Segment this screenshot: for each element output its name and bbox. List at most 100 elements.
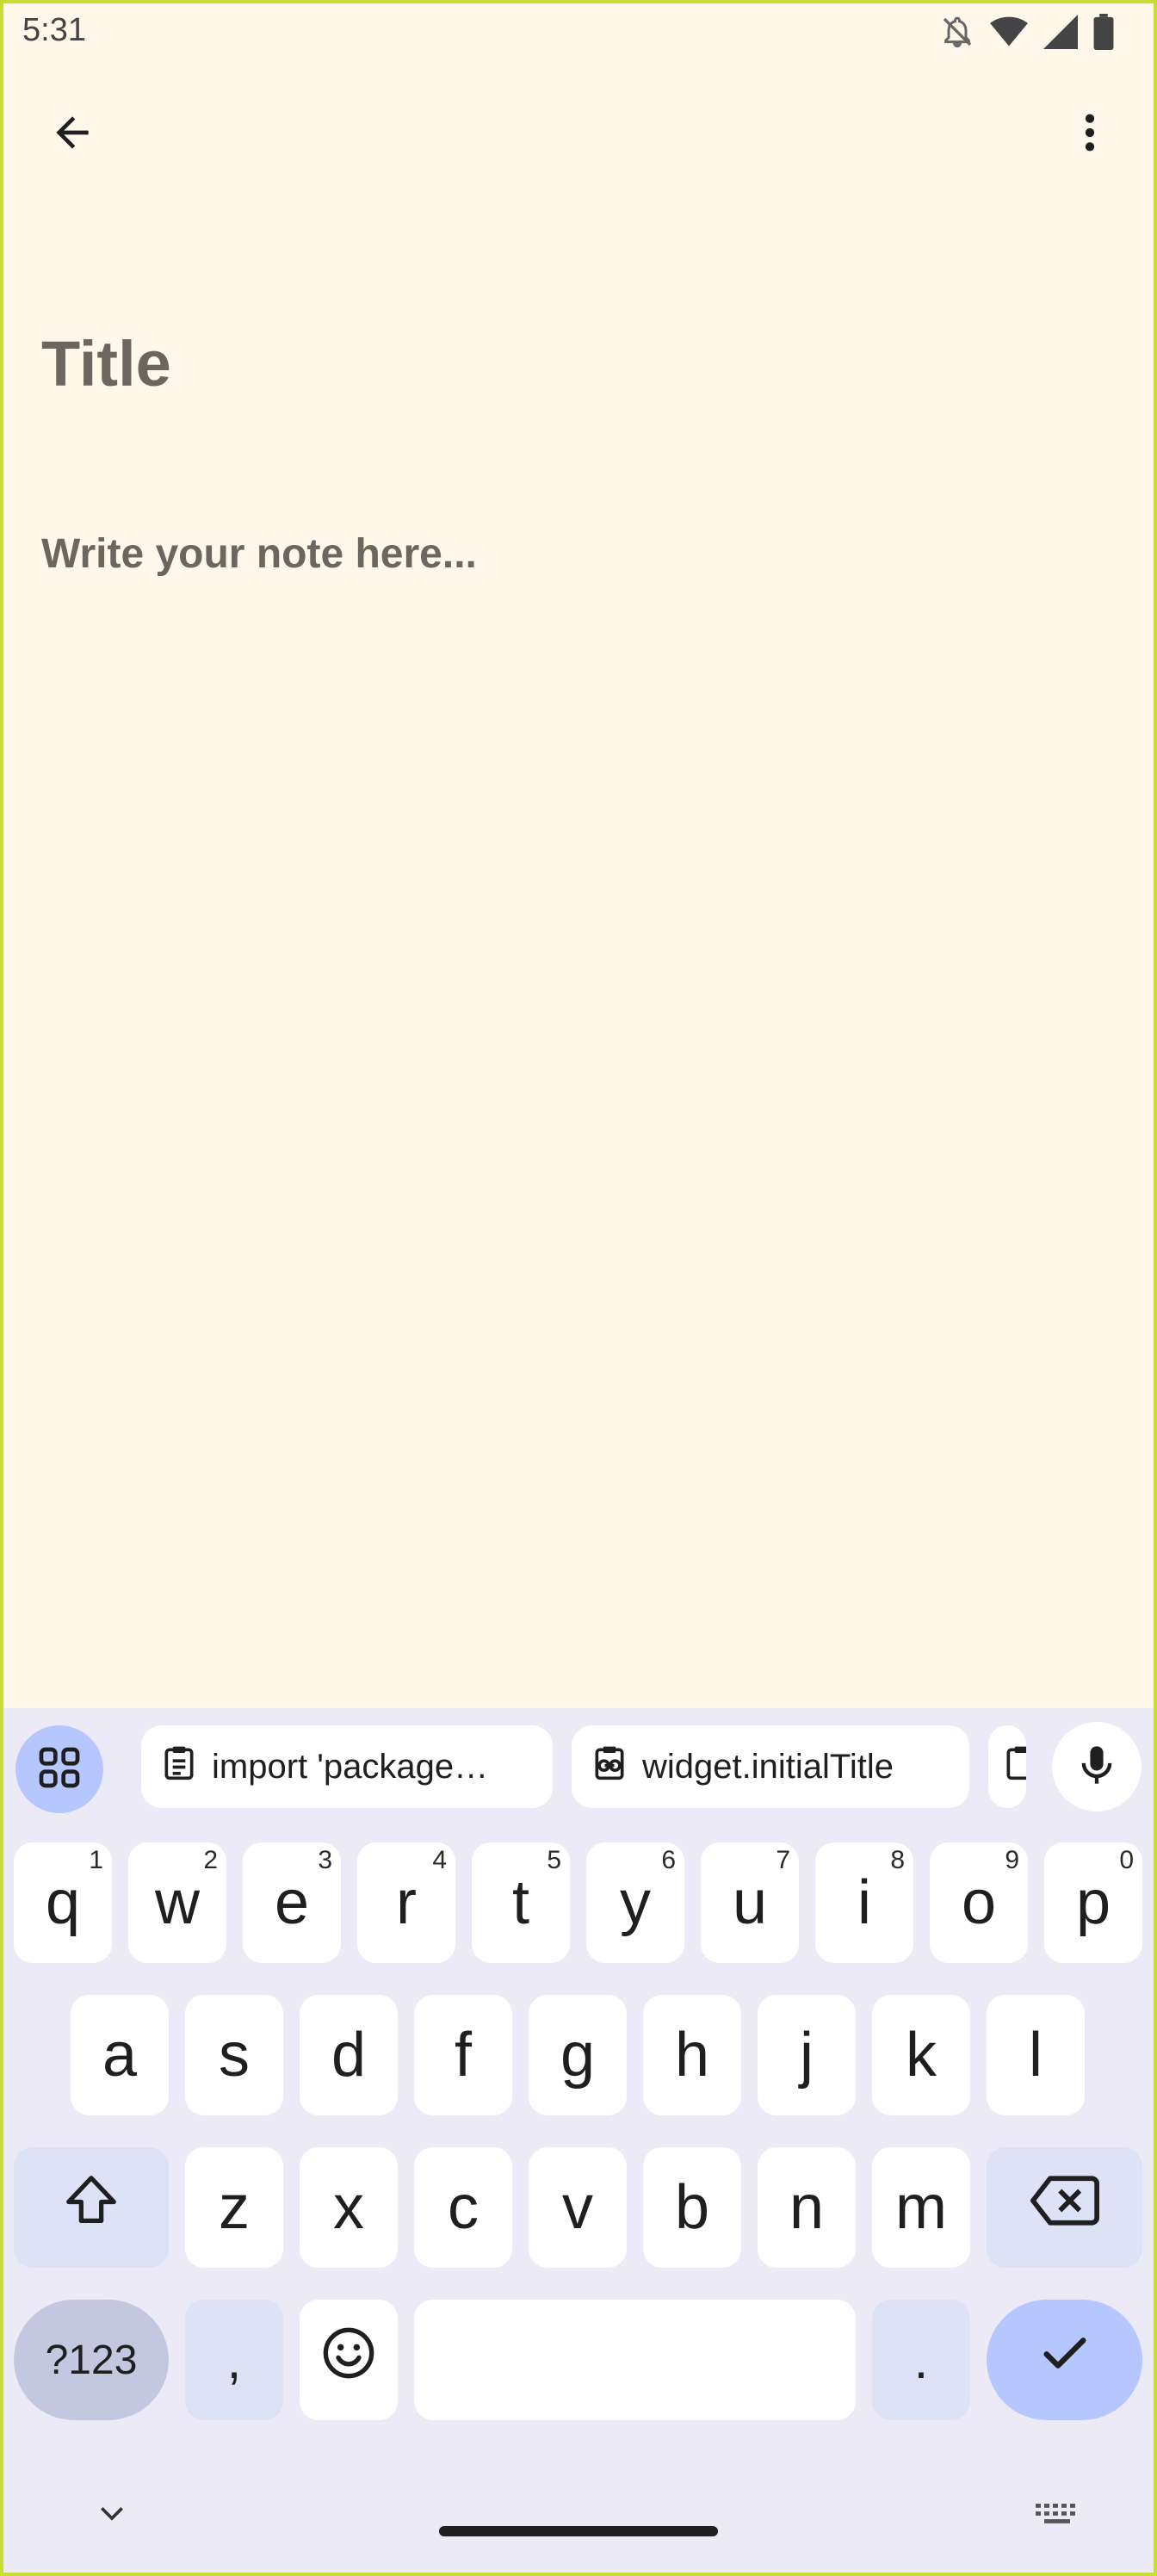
keyboard-apps-button[interactable] [15, 1725, 103, 1813]
keyboard: import 'package… widget.initialTitle q1 … [0, 1708, 1157, 2576]
key-label: r [396, 1868, 417, 1937]
key-o[interactable]: o9 [930, 1842, 1028, 1963]
key-label: u [732, 1868, 768, 1937]
arrow-left-icon [48, 108, 96, 161]
key-q[interactable]: q1 [14, 1842, 112, 1963]
key-w[interactable]: w2 [128, 1842, 226, 1963]
voice-input-button[interactable] [1052, 1722, 1142, 1811]
key-u[interactable]: u7 [701, 1842, 799, 1963]
wifi-icon [990, 15, 1028, 49]
key-label: k [906, 2021, 937, 2090]
smiley-icon [321, 2325, 376, 2395]
key-hint: 5 [547, 1846, 561, 1874]
key-label: j [800, 2021, 814, 2090]
key-a[interactable]: a [71, 1995, 169, 2115]
key-label: y [620, 1868, 651, 1937]
gesture-handle[interactable] [439, 2526, 718, 2536]
key-hint: 3 [318, 1846, 332, 1874]
key-t[interactable]: t5 [472, 1842, 570, 1963]
status-icons [940, 14, 1114, 50]
chevron-down-icon [95, 2497, 129, 2536]
clipboard-suggestion-text: widget.initialTitle [642, 1747, 894, 1786]
status-time: 5:31 [22, 12, 86, 48]
key-i[interactable]: i8 [815, 1842, 913, 1963]
key-k[interactable]: k [872, 1995, 970, 2115]
clipboard-icon [1002, 1743, 1026, 1790]
microphone-icon [1074, 1743, 1119, 1792]
suggestion-strip: import 'package… widget.initialTitle [0, 1708, 1157, 1825]
key-label: c [448, 2173, 479, 2242]
emoji-key[interactable] [300, 2300, 398, 2420]
period-key[interactable]: . [872, 2300, 970, 2420]
key-l[interactable]: l [987, 1995, 1085, 2115]
key-label: w [155, 1868, 200, 1937]
key-hint: 4 [432, 1846, 447, 1874]
clipboard-suggestion-text: import 'package… [212, 1747, 489, 1786]
key-label: s [219, 2021, 250, 2090]
back-button[interactable] [31, 93, 114, 176]
key-c[interactable]: c [414, 2147, 512, 2268]
symbols-key[interactable]: ?123 [14, 2300, 169, 2420]
battery-icon [1093, 14, 1114, 50]
key-hint: 2 [203, 1846, 218, 1874]
key-h[interactable]: h [643, 1995, 741, 2115]
key-label: l [1029, 2021, 1043, 2090]
more-options-button[interactable] [1049, 93, 1131, 176]
enter-key[interactable] [987, 2300, 1142, 2420]
clipboard-suggestion-2[interactable]: widget.initialTitle [572, 1725, 969, 1808]
note-body-input[interactable]: Write your note here... [41, 530, 477, 578]
key-b[interactable]: b [643, 2147, 741, 2268]
key-x[interactable]: x [300, 2147, 398, 2268]
key-hint: 1 [89, 1846, 103, 1874]
key-r[interactable]: r4 [357, 1842, 455, 1963]
key-v[interactable]: v [529, 2147, 627, 2268]
key-z[interactable]: z [185, 2147, 283, 2268]
key-label: g [560, 2021, 596, 2090]
clipboard-suggestion-1[interactable]: import 'package… [141, 1725, 553, 1808]
key-f[interactable]: f [414, 1995, 512, 2115]
key-label: . [913, 2331, 929, 2389]
status-bar: 5:31 [0, 0, 1157, 65]
key-label: h [674, 2021, 710, 2090]
key-label: o [961, 1868, 997, 1937]
check-icon [1037, 2325, 1092, 2395]
key-label: n [789, 2173, 825, 2242]
key-p[interactable]: p0 [1044, 1842, 1142, 1963]
key-d[interactable]: d [300, 1995, 398, 2115]
bell-muted-icon [940, 15, 974, 49]
key-label: x [333, 2173, 364, 2242]
key-n[interactable]: n [758, 2147, 856, 2268]
switch-keyboard-button[interactable] [1028, 2490, 1088, 2542]
shift-key[interactable] [14, 2147, 169, 2268]
keyboard-icon [1034, 2500, 1082, 2532]
key-label: d [331, 2021, 367, 2090]
backspace-icon [1030, 2172, 1099, 2243]
clipboard-link-icon [591, 1743, 628, 1790]
key-label: z [219, 2173, 250, 2242]
key-e[interactable]: e3 [243, 1842, 341, 1963]
key-s[interactable]: s [185, 1995, 283, 2115]
key-j[interactable]: j [758, 1995, 856, 2115]
key-label: f [454, 2021, 472, 2090]
key-g[interactable]: g [529, 1995, 627, 2115]
key-m[interactable]: m [872, 2147, 970, 2268]
key-hint: 7 [776, 1846, 790, 1874]
backspace-key[interactable] [987, 2147, 1142, 2268]
key-label: b [674, 2173, 710, 2242]
key-label: t [511, 1868, 529, 1937]
title-input[interactable]: Title [41, 327, 171, 400]
key-label: a [102, 2021, 138, 2090]
clipboard-suggestion-3[interactable] [988, 1725, 1026, 1808]
key-label: , [226, 2331, 242, 2389]
shift-icon [61, 2170, 121, 2245]
key-label: i [857, 1868, 871, 1937]
key-label: v [562, 2173, 593, 2242]
key-y[interactable]: y6 [586, 1842, 684, 1963]
grid-icon [35, 1743, 84, 1796]
hide-keyboard-button[interactable] [86, 2490, 138, 2542]
key-hint: 9 [1005, 1846, 1019, 1874]
space-key[interactable] [414, 2300, 856, 2420]
key-label: e [274, 1868, 310, 1937]
clipboard-icon [160, 1743, 198, 1790]
comma-key[interactable]: , [185, 2300, 283, 2420]
